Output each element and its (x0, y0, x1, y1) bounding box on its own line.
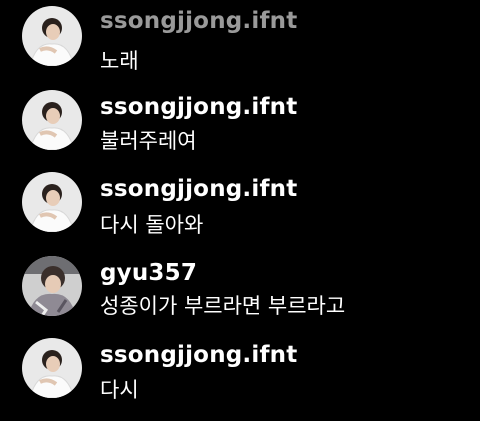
user-avatar[interactable] (22, 172, 82, 232)
comment-text: 성종이가 부르라면 부르라고 (100, 294, 346, 318)
user-avatar-person-in-white-icon (22, 172, 82, 232)
comment-text: 다시 돌아와 (100, 213, 204, 237)
user-avatar[interactable] (22, 90, 82, 150)
comment-text: 노래 (100, 49, 139, 73)
comment-text: 다시 (100, 378, 139, 402)
user-avatar[interactable] (22, 6, 82, 66)
comment-username[interactable]: ssongjjong.ifnt (100, 176, 297, 202)
comment-username[interactable]: ssongjjong.ifnt (100, 94, 297, 120)
user-avatar-person-in-white-icon (22, 90, 82, 150)
user-avatar[interactable] (22, 256, 82, 316)
user-avatar[interactable] (22, 338, 82, 398)
comment-text: 불러주레여 (100, 129, 197, 153)
comment-item: ssongjjong.ifnt 다시 돌아와 (0, 166, 480, 250)
user-avatar-illustrated-person-icon (22, 256, 82, 316)
comment-item: ssongjjong.ifnt 불러주레여 (0, 84, 480, 168)
user-avatar-person-in-white-icon (22, 6, 82, 66)
comment-username[interactable]: ssongjjong.ifnt (100, 342, 297, 368)
user-avatar-person-in-white-icon (22, 338, 82, 398)
comment-item: ssongjjong.ifnt 다시 (0, 334, 480, 418)
comment-username[interactable]: gyu357 (100, 260, 197, 286)
comment-username[interactable]: ssongjjong.ifnt (100, 8, 297, 34)
comment-item: ssongjjong.ifnt 노래 (0, 0, 480, 84)
comment-item: gyu357 성종이가 부르라면 부르라고 (0, 250, 480, 334)
